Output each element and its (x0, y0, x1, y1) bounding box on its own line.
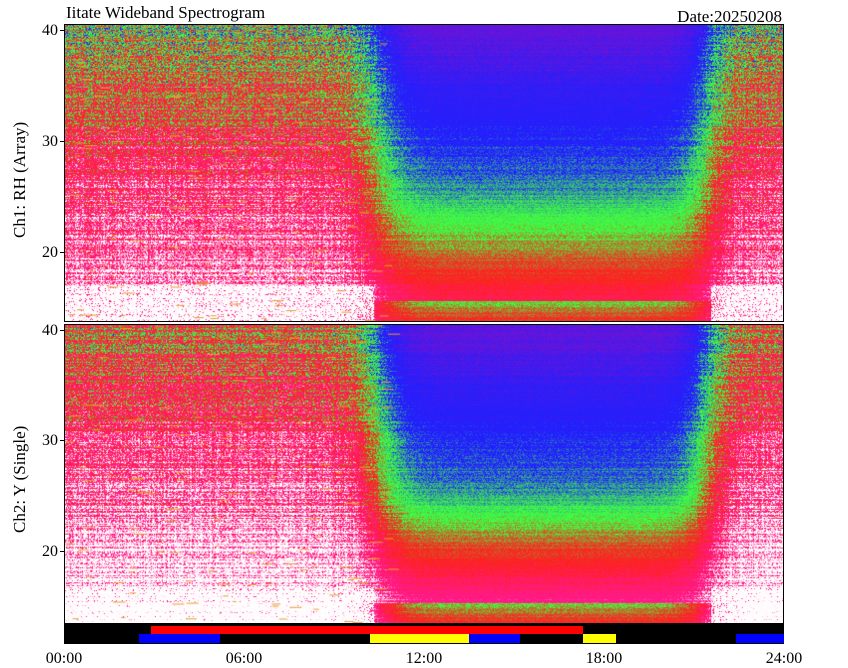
spectrogram-heatmap-ch2 (65, 325, 783, 623)
ytick-mark (60, 141, 64, 142)
status-segment-upper (151, 626, 583, 634)
chart-title: Iitate Wideband Spectrogram (66, 3, 266, 22)
spectrogram-heatmap-ch1 (65, 25, 783, 321)
status-segment-lower (370, 634, 469, 643)
ytick-mark (60, 440, 64, 441)
xtick-0600: 06:00 (225, 650, 263, 667)
ytick-mark (60, 551, 64, 552)
xtick-0000: 00:00 (45, 650, 83, 667)
spectrogram-panel-ch1 (64, 24, 784, 322)
status-segment-lower (139, 634, 220, 643)
ytick-ch2-40: 40 (42, 322, 58, 339)
status-segment-lower (469, 634, 520, 643)
xtick-2400: 24:00 (765, 650, 803, 667)
ytick-ch2-20: 20 (42, 543, 58, 560)
operation-status-bar (64, 624, 784, 644)
ytick-mark (60, 252, 64, 253)
ytick-ch1-30: 30 (42, 133, 58, 150)
ytick-ch1-40: 40 (42, 22, 58, 39)
status-segment-lower (583, 634, 616, 643)
status-segment-lower (736, 634, 784, 643)
ytick-ch1-20: 20 (42, 244, 58, 261)
ytick-mark (60, 330, 64, 331)
ytick-ch2-30: 30 (42, 432, 58, 449)
spectrogram-panel-ch2 (64, 324, 784, 624)
ytick-mark (60, 30, 64, 31)
xtick-1200: 12:00 (405, 650, 443, 667)
xtick-1800: 18:00 (585, 650, 623, 667)
